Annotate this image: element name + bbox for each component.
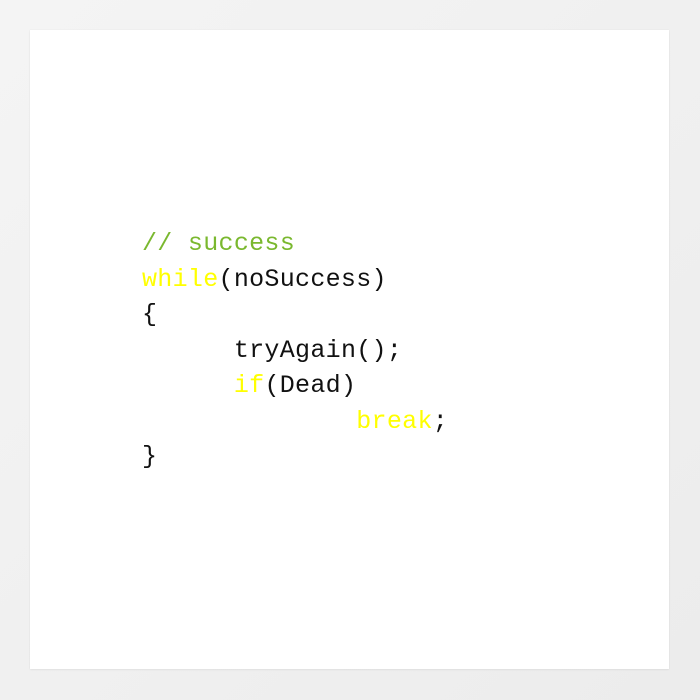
code-line-while: while(noSuccess) [142,262,448,298]
semicolon: ; [432,406,449,436]
open-brace: { [142,300,158,329]
code-line-try-again: tryAgain(); [142,333,448,369]
code-snippet: // success while(noSuccess){ tryAgain(); … [142,226,448,475]
code-comment: // success [142,229,296,258]
keyword-if: if [233,371,265,400]
try-again-call: tryAgain(); [233,335,403,365]
page-background: // success while(noSuccess){ tryAgain(); … [0,0,700,700]
while-condition: (noSuccess) [218,264,387,294]
close-brace: } [142,442,158,471]
keyword-while: while [142,264,219,294]
keyword-break: break [356,406,433,436]
code-line-break: break; [142,404,448,440]
code-line-close-brace: } [142,439,448,475]
code-line-comment: // success [142,226,448,262]
code-line-open-brace: { [142,297,448,333]
code-line-if: if(Dead) [142,368,448,404]
if-condition: (Dead) [264,371,357,400]
